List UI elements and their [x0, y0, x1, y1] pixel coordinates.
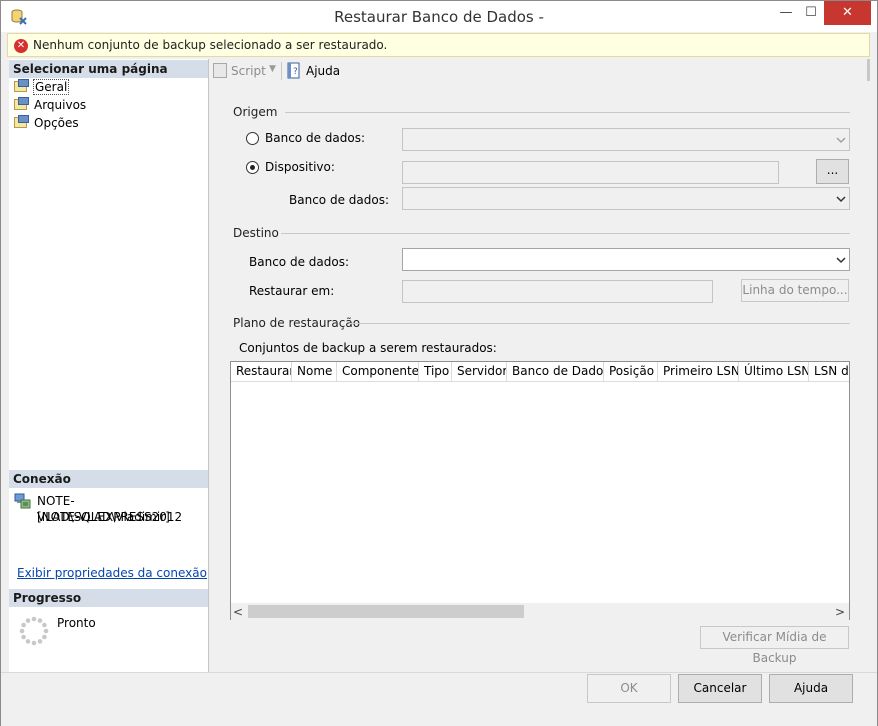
- maximize-button[interactable]: ☐: [798, 1, 824, 25]
- column-header[interactable]: LSN do: [809, 362, 849, 381]
- scroll-left-icon[interactable]: <: [233, 605, 243, 619]
- title-bar: Restaurar Banco de Dados - — ☐ ✕: [1, 1, 877, 32]
- restore-database-dialog: Restaurar Banco de Dados - — ☐ ✕ ✕ Nenhu…: [0, 0, 878, 726]
- progress-spinner-icon: [19, 616, 49, 646]
- destination-database-label: Banco de dados:: [249, 255, 349, 269]
- restore-to-field[interactable]: [402, 280, 713, 303]
- script-dropdown-icon[interactable]: ▼: [269, 64, 276, 74]
- chevron-down-icon: [835, 133, 847, 146]
- device-path-field[interactable]: [402, 161, 779, 184]
- chevron-down-icon: [835, 192, 847, 205]
- backup-sets-grid[interactable]: Restaurar Nome Componente Tipo Servidor …: [230, 361, 850, 620]
- source-group-label: Origem: [233, 105, 278, 119]
- progress-status: Pronto: [57, 616, 96, 630]
- page-item-label: Opções: [34, 116, 79, 130]
- column-header[interactable]: Servidor: [452, 362, 507, 381]
- destination-group-divider: [281, 233, 850, 234]
- page-icon: [13, 97, 29, 111]
- message-text: Nenhum conjunto de backup selecionado a …: [33, 38, 388, 52]
- verify-backup-media-button[interactable]: Verificar Mídia de Backup: [700, 626, 849, 665]
- column-header[interactable]: Restaurar: [231, 362, 292, 381]
- restore-plan-group-divider: [349, 323, 850, 324]
- scrollbar-thumb[interactable]: [248, 605, 524, 618]
- server-connection-icon: [14, 493, 31, 509]
- timeline-button[interactable]: Linha do tempo...: [741, 279, 849, 302]
- horizontal-scrollbar[interactable]: < >: [231, 603, 849, 620]
- database-source-radio[interactable]: [246, 132, 259, 145]
- minimize-button[interactable]: —: [774, 1, 798, 25]
- message-bar: ✕ Nenhum conjunto de backup selecionado …: [7, 33, 870, 57]
- page-item-label: Geral: [32, 79, 70, 95]
- backup-sets-label: Conjuntos de backup a serem restaurados:: [239, 341, 497, 355]
- restore-to-label: Restaurar em:: [249, 284, 335, 298]
- help-toolbar-button[interactable]: Ajuda: [306, 64, 340, 78]
- script-button[interactable]: Script: [231, 64, 266, 78]
- toolbar: Script ▼ ? Ajuda: [209, 59, 870, 83]
- database-source-label: Banco de dados:: [265, 131, 365, 145]
- svg-text:?: ?: [293, 67, 298, 77]
- scroll-right-icon[interactable]: >: [835, 605, 845, 619]
- destination-database-select[interactable]: [402, 248, 850, 271]
- select-page-header: Selecionar uma página: [9, 60, 208, 78]
- connection-user: [NOTE-VLAD\Vladimir]: [37, 510, 170, 524]
- help-button[interactable]: Ajuda: [769, 674, 853, 703]
- column-header[interactable]: Primeiro LSN: [658, 362, 739, 381]
- main-panel: Script ▼ ? Ajuda Origem Banco de dados: …: [209, 59, 870, 672]
- page-item-arquivos[interactable]: Arquivos: [13, 96, 86, 114]
- device-database-select[interactable]: [402, 187, 850, 210]
- ok-button[interactable]: OK: [587, 674, 671, 703]
- chevron-down-icon: [835, 253, 847, 266]
- page-item-opcoes[interactable]: Opções: [13, 114, 79, 132]
- device-source-label: Dispositivo:: [265, 160, 335, 174]
- help-icon: ?: [287, 62, 300, 79]
- error-icon: ✕: [14, 39, 28, 53]
- page-item-geral[interactable]: Geral: [13, 78, 70, 96]
- column-header[interactable]: Posição: [604, 362, 658, 381]
- window-title: Restaurar Banco de Dados -: [334, 8, 544, 26]
- device-source-radio[interactable]: [246, 161, 259, 174]
- source-group-divider: [285, 112, 850, 113]
- browse-device-button[interactable]: ...: [816, 159, 849, 184]
- script-icon: [213, 63, 227, 78]
- left-panel: Selecionar uma página Geral Arquivos Opç…: [9, 59, 209, 672]
- column-header[interactable]: Nome: [292, 362, 337, 381]
- column-header[interactable]: Último LSN: [739, 362, 809, 381]
- cancel-button[interactable]: Cancelar: [678, 674, 762, 703]
- destination-group-label: Destino: [233, 226, 279, 240]
- progress-header: Progresso: [9, 589, 208, 607]
- toolbar-separator: [281, 62, 282, 80]
- column-header[interactable]: Componente: [337, 362, 419, 381]
- grid-header: Restaurar Nome Componente Tipo Servidor …: [231, 362, 849, 382]
- dialog-button-bar: OK Cancelar Ajuda: [1, 672, 877, 726]
- column-header[interactable]: Tipo: [419, 362, 452, 381]
- device-database-label: Banco de dados:: [289, 193, 389, 207]
- source-database-select[interactable]: [402, 128, 850, 151]
- close-button[interactable]: ✕: [824, 1, 871, 25]
- connection-properties-link[interactable]: Exibir propriedades da conexão: [17, 566, 207, 580]
- page-item-label: Arquivos: [34, 98, 87, 112]
- connection-header: Conexão: [9, 470, 208, 488]
- column-header[interactable]: Banco de Dados: [507, 362, 604, 381]
- page-icon: [13, 79, 29, 93]
- vertical-scrollbar[interactable]: [867, 59, 870, 81]
- page-icon: [13, 115, 29, 129]
- restore-plan-group-label: Plano de restauração: [233, 316, 361, 330]
